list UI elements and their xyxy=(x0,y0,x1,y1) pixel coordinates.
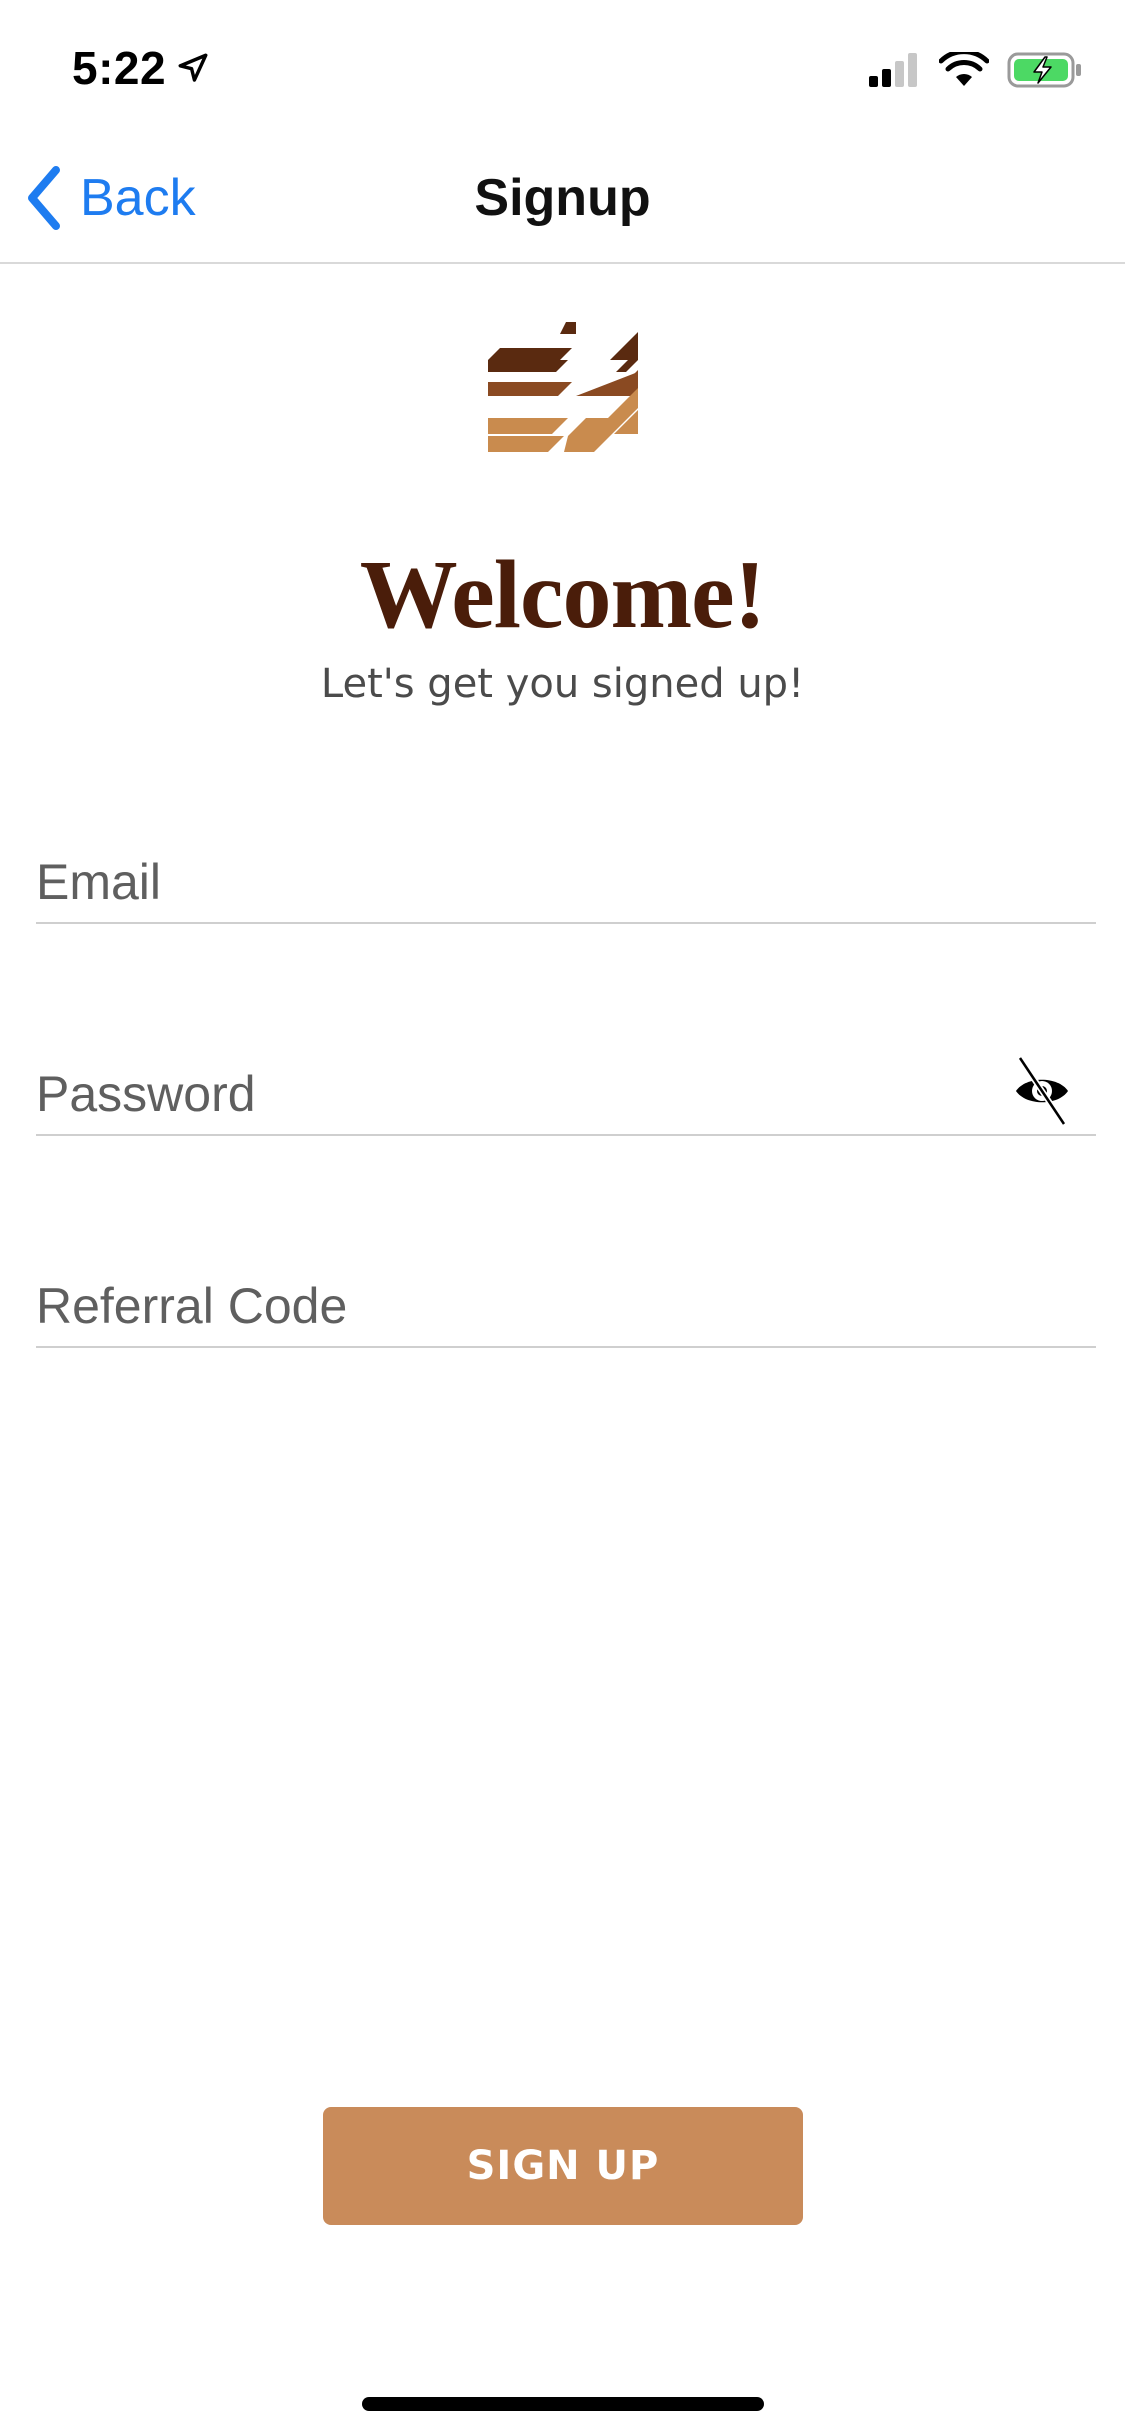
referral-code-field[interactable] xyxy=(36,1248,1096,1344)
welcome-subtitle: Let's get you signed up! xyxy=(320,661,805,707)
brand-logo-icon xyxy=(488,322,638,452)
status-indicators xyxy=(867,44,1083,96)
password-field[interactable] xyxy=(36,1036,996,1132)
status-time-group: 5:22 xyxy=(72,36,210,100)
navigation-bar: Back Signup xyxy=(0,132,1125,264)
cellular-signal-icon xyxy=(869,53,917,87)
password-field-container xyxy=(36,1036,1096,1136)
signup-button[interactable]: SIGN UP xyxy=(323,2107,803,2225)
page-title: Signup xyxy=(474,169,651,227)
wifi-icon xyxy=(939,52,989,86)
email-field-container xyxy=(36,824,1096,924)
welcome-title: Welcome! xyxy=(359,541,767,649)
battery-charging-icon xyxy=(1007,52,1081,88)
eye-slash-icon[interactable] xyxy=(1010,1056,1074,1126)
status-time: 5:22 xyxy=(72,42,167,94)
referral-code-field-container xyxy=(36,1248,1096,1348)
home-indicator[interactable] xyxy=(362,2397,764,2411)
status-bar: 5:22 xyxy=(0,0,1125,132)
email-field[interactable] xyxy=(36,824,1096,920)
location-arrow-icon xyxy=(178,53,208,82)
